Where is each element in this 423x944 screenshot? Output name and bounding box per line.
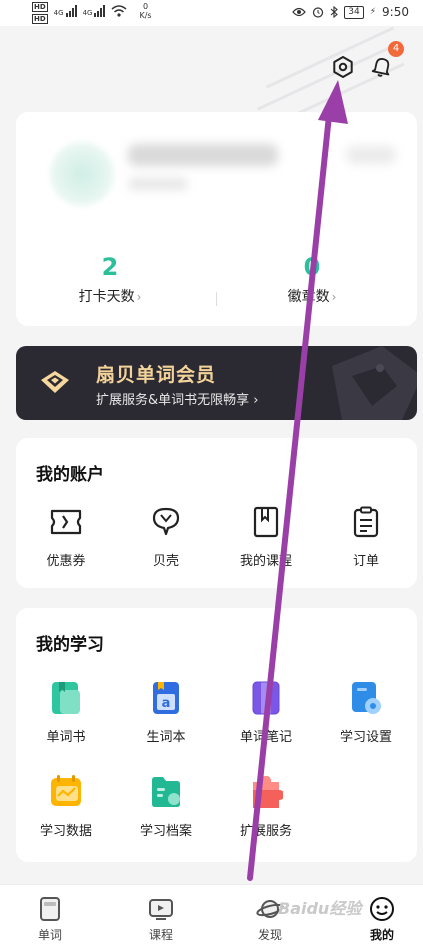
section-title-account: 我的账户 bbox=[36, 465, 104, 485]
vip-subtitle: 扩展服务&单词书无限畅享 › bbox=[96, 393, 259, 408]
my-account-card: 我的账户 优惠券 贝壳 我的课程 订单 bbox=[16, 438, 417, 588]
study-settings-item[interactable]: 学习设置 bbox=[316, 680, 416, 745]
new-words-item[interactable]: a 生词本 bbox=[116, 680, 216, 745]
word-book-item[interactable]: 单词书 bbox=[16, 680, 116, 745]
chevron-right-icon: › bbox=[331, 290, 337, 304]
new-words-notebook-icon: a bbox=[153, 682, 179, 714]
smiley-face-icon bbox=[370, 897, 394, 921]
checkin-days-stat[interactable]: 2 打卡天数 › bbox=[50, 252, 170, 306]
notification-bell-icon bbox=[371, 58, 390, 77]
order-clipboard-icon bbox=[353, 506, 379, 538]
shell-item[interactable]: 贝壳 bbox=[116, 504, 216, 569]
profile-card[interactable]: 2 打卡天数 › 0 徽章数 › bbox=[16, 112, 417, 326]
charging-icon: ⚡ bbox=[369, 7, 377, 17]
hd-indicator: HD bbox=[32, 14, 48, 24]
alarm-icon bbox=[313, 7, 324, 18]
my-study-card: 我的学习 单词书 a 生词本 单词笔记 学习设置 学习数据 学习档案 扩展服务 bbox=[16, 608, 417, 862]
study-data-item[interactable]: 学习数据 bbox=[16, 774, 116, 839]
study-archive-icon bbox=[152, 777, 180, 807]
settings-button[interactable] bbox=[328, 52, 358, 82]
notification-badge: 4 bbox=[388, 41, 404, 57]
hd-indicator: HD bbox=[32, 2, 48, 12]
status-bar: HD HD 4G 4G 0 K/s 34 ⚡ 9:50 bbox=[0, 0, 423, 26]
vip-membership-banner[interactable]: 扇贝单词会员 扩展服务&单词书无限畅享 › bbox=[16, 346, 417, 420]
my-course-item[interactable]: 我的课程 bbox=[216, 504, 316, 569]
vip-decoration-icon bbox=[332, 346, 417, 420]
vip-title: 扇贝单词会员 bbox=[96, 364, 217, 386]
user-info-blurred bbox=[128, 178, 188, 190]
tab-course[interactable]: 课程 bbox=[131, 895, 191, 943]
chevron-right-icon: › bbox=[136, 290, 142, 304]
badges-label: 徽章数 bbox=[287, 289, 330, 305]
user-extra-blurred bbox=[346, 146, 396, 164]
vip-shell-icon bbox=[41, 371, 69, 393]
signal-icon: 4G bbox=[83, 5, 106, 17]
extension-service-item[interactable]: 扩展服务 bbox=[216, 774, 316, 839]
study-archive-item[interactable]: 学习档案 bbox=[116, 774, 216, 839]
coupon-icon bbox=[50, 509, 82, 535]
header-background bbox=[0, 26, 423, 116]
watermark: Baidu经验 bbox=[278, 899, 362, 918]
shell-icon bbox=[152, 507, 180, 536]
course-book-icon bbox=[253, 506, 279, 538]
extension-puzzle-icon bbox=[253, 776, 283, 808]
wifi-icon bbox=[111, 5, 127, 17]
eye-icon bbox=[292, 7, 307, 17]
course-play-icon bbox=[149, 899, 173, 920]
clock-time: 9:50 bbox=[382, 5, 409, 19]
order-item[interactable]: 订单 bbox=[316, 504, 416, 569]
bluetooth-icon bbox=[330, 6, 339, 18]
tab-word[interactable]: 单词 bbox=[20, 895, 80, 943]
section-title-study: 我的学习 bbox=[36, 635, 104, 655]
network-speed: 0 K/s bbox=[139, 2, 152, 20]
word-book-icon bbox=[52, 682, 80, 714]
coupon-item[interactable]: 优惠券 bbox=[16, 504, 116, 569]
avatar[interactable] bbox=[50, 142, 114, 206]
signal-icon: 4G bbox=[54, 5, 77, 17]
word-notes-icon bbox=[252, 681, 280, 715]
badges-value: 0 bbox=[303, 253, 321, 281]
battery-icon: 34 bbox=[344, 5, 364, 19]
svg-text:a: a bbox=[162, 696, 171, 711]
settings-gear-icon bbox=[333, 56, 353, 78]
checkin-days-label: 打卡天数 bbox=[78, 289, 135, 305]
study-data-icon bbox=[51, 775, 81, 806]
username-blurred bbox=[128, 144, 278, 166]
word-card-icon bbox=[40, 897, 60, 921]
checkin-days-value: 2 bbox=[101, 253, 119, 281]
study-settings-icon bbox=[352, 682, 381, 714]
word-notes-item[interactable]: 单词笔记 bbox=[216, 680, 316, 745]
stat-divider bbox=[216, 292, 217, 306]
badges-stat[interactable]: 0 徽章数 › bbox=[252, 252, 372, 306]
